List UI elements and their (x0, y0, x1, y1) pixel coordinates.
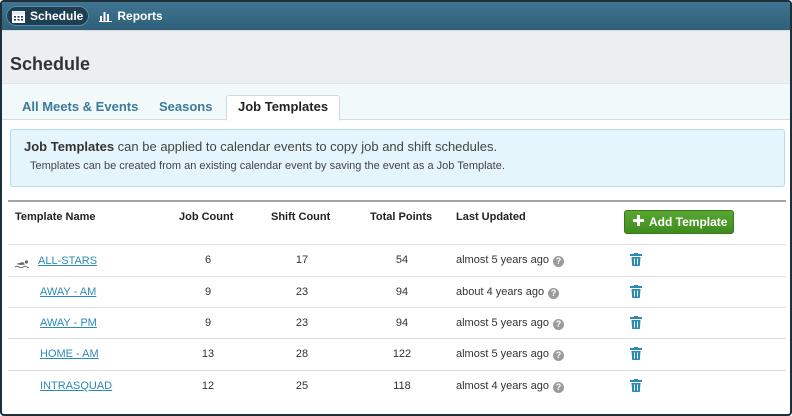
template-name-link[interactable]: AWAY - AM (40, 286, 96, 298)
header-shift-count: Shift Count (271, 211, 331, 223)
total-points: 94 (395, 317, 409, 329)
page-title: Schedule (10, 54, 91, 74)
info-callout: Job Templates can be applied to calendar… (10, 129, 785, 187)
last-updated: almost 4 years ago? (456, 380, 564, 393)
info-main-text: Job Templates can be applied to calendar… (24, 139, 497, 154)
job-count: 12 (201, 380, 215, 392)
table-row: INTRASQUAD 12 25 118 almost 4 years ago? (8, 370, 786, 401)
last-updated-text: almost 5 years ago (456, 348, 549, 360)
tab-seasons[interactable]: Seasons (159, 96, 212, 120)
last-updated: almost 5 years ago? (456, 348, 564, 361)
header-total-points: Total Points (370, 211, 433, 223)
tab-bar: All Meets & Events Seasons Job Templates (2, 84, 790, 121)
last-updated: about 4 years ago? (456, 286, 560, 299)
nav-schedule-label: Schedule (30, 9, 84, 23)
shift-count: 17 (295, 254, 309, 266)
help-icon[interactable]: ? (548, 288, 560, 299)
table-row: ALL-STARS 6 17 54 almost 5 years ago? (8, 244, 786, 275)
bar-chart-icon (99, 10, 113, 22)
add-template-label: Add Template (649, 215, 728, 229)
table-row: AWAY - AM 9 23 94 about 4 years ago? (8, 276, 786, 307)
trash-icon[interactable] (630, 379, 642, 392)
last-updated: almost 5 years ago? (456, 254, 564, 267)
total-points: 54 (395, 254, 409, 266)
shift-count: 23 (295, 317, 309, 329)
table-divider (8, 200, 786, 202)
total-points: 122 (392, 348, 412, 360)
nav-schedule[interactable]: Schedule (6, 6, 90, 26)
table-row: AWAY - PM 9 23 94 almost 5 years ago? (8, 307, 786, 338)
shift-count: 23 (295, 286, 309, 298)
job-count: 9 (204, 317, 212, 329)
job-count: 6 (204, 254, 212, 266)
app-window: Schedule Reports Schedule All Meets & Ev… (0, 0, 792, 416)
header-template-name: Template Name (15, 211, 96, 223)
page-header: Schedule (2, 30, 790, 84)
nav-reports[interactable]: Reports (93, 6, 168, 26)
shift-count: 28 (295, 348, 309, 360)
last-updated-text: almost 5 years ago (456, 317, 549, 329)
help-icon[interactable]: ? (552, 382, 564, 393)
table-row: HOME - AM 13 28 122 almost 5 years ago? (8, 338, 786, 369)
template-name-link[interactable]: ALL-STARS (38, 255, 97, 267)
trash-icon[interactable] (630, 316, 642, 329)
job-count: 13 (201, 348, 215, 360)
total-points: 94 (395, 286, 409, 298)
job-count: 9 (204, 286, 212, 298)
info-secondary-text: Templates can be created from an existin… (30, 160, 505, 172)
swimmer-icon (14, 257, 30, 271)
trash-icon[interactable] (630, 285, 642, 298)
calendar-icon (12, 10, 25, 23)
template-name-link[interactable]: HOME - AM (40, 348, 99, 360)
add-template-button[interactable]: Add Template (624, 210, 734, 234)
shift-count: 25 (295, 380, 309, 392)
help-icon[interactable]: ? (552, 256, 564, 267)
last-updated-text: almost 5 years ago (456, 254, 549, 266)
last-updated-text: about 4 years ago (456, 286, 545, 298)
tab-all-meets-events[interactable]: All Meets & Events (22, 96, 138, 120)
help-icon[interactable]: ? (552, 319, 564, 330)
template-name-link[interactable]: INTRASQUAD (40, 380, 112, 392)
nav-reports-label: Reports (117, 9, 163, 23)
top-nav: Schedule Reports (2, 2, 790, 30)
template-name-link[interactable]: AWAY - PM (40, 317, 97, 329)
total-points: 118 (393, 380, 411, 392)
last-updated-text: almost 4 years ago (456, 380, 549, 392)
last-updated: almost 5 years ago? (456, 317, 564, 330)
help-icon[interactable]: ? (552, 350, 564, 361)
trash-icon[interactable] (630, 347, 642, 360)
tab-job-templates[interactable]: Job Templates (226, 95, 341, 121)
header-job-count: Job Count (179, 211, 234, 223)
plus-icon (633, 215, 644, 229)
info-bold-text: Job Templates (24, 139, 115, 154)
trash-icon[interactable] (630, 253, 642, 266)
header-last-updated: Last Updated (456, 211, 526, 223)
info-rest-text: can be applied to calendar events to cop… (114, 139, 498, 154)
